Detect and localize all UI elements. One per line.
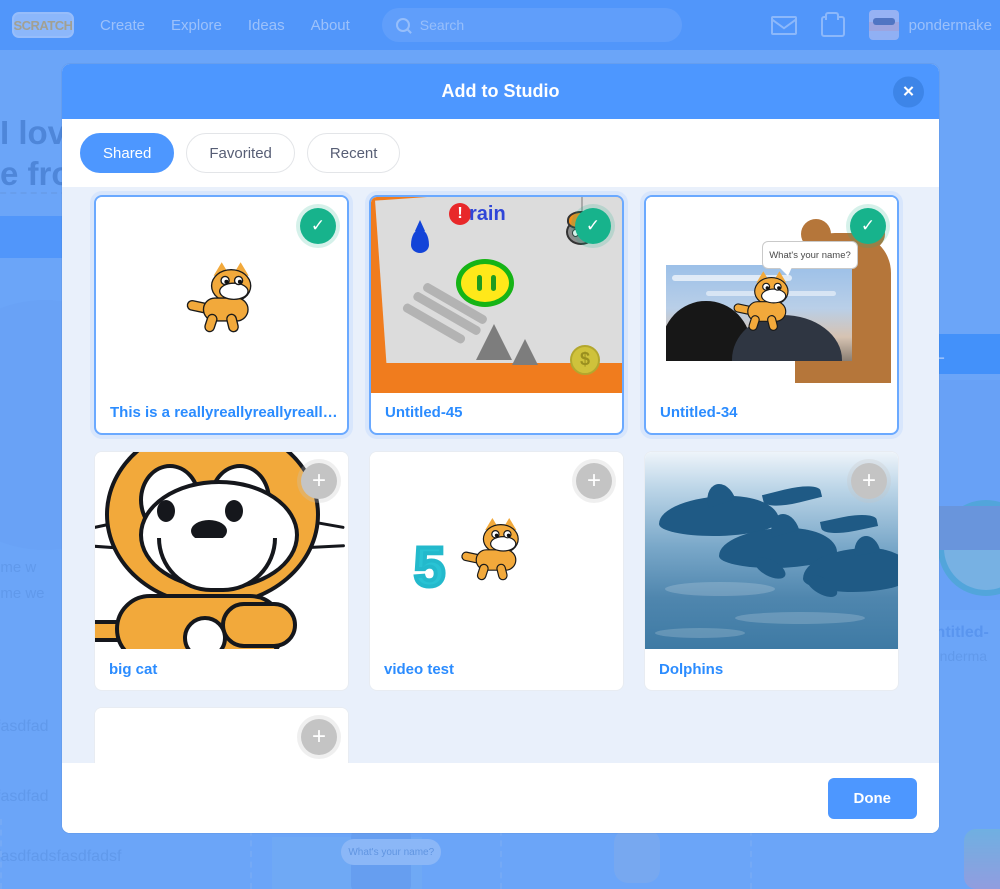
- project-thumbnail: What's your name? ✓: [646, 197, 897, 393]
- modal-header: Add to Studio ✕: [62, 64, 939, 119]
- speech-bubble: What's your name?: [762, 241, 858, 276]
- project-grid-scroll[interactable]: ✓ This is a reallyreallyreallyreall… ! r…: [62, 187, 939, 763]
- rain-label: rain: [469, 203, 506, 225]
- project-title[interactable]: Untitled-45: [371, 393, 622, 433]
- coin-icon: $: [570, 344, 600, 375]
- project-title[interactable]: Dolphins: [645, 649, 898, 690]
- project-card-0[interactable]: ✓ This is a reallyreallyreallyreall…: [94, 195, 349, 435]
- modal-tab-bar: Shared Favorited Recent: [62, 119, 939, 187]
- check-icon[interactable]: ✓: [850, 208, 886, 244]
- check-icon[interactable]: ✓: [300, 208, 336, 244]
- project-thumbnail: +: [645, 452, 898, 650]
- tab-recent[interactable]: Recent: [306, 133, 401, 173]
- project-title[interactable]: This is a reallyreallyreallyreall…: [96, 393, 347, 433]
- project-card-6[interactable]: +: [94, 707, 349, 763]
- project-title[interactable]: Untitled-34: [646, 393, 897, 433]
- project-title[interactable]: video test: [370, 649, 623, 690]
- close-icon[interactable]: ✕: [893, 76, 924, 107]
- tab-favorited[interactable]: Favorited: [186, 133, 295, 173]
- project-thumbnail: +: [95, 452, 348, 650]
- project-card-3[interactable]: + big cat: [94, 451, 349, 691]
- project-thumbnail: ! rain $ ✓: [371, 197, 622, 393]
- modal-footer: Done: [62, 763, 939, 833]
- plus-icon[interactable]: +: [851, 463, 887, 499]
- plus-icon[interactable]: +: [576, 463, 612, 499]
- smiley-sprite: [456, 259, 514, 307]
- project-card-2[interactable]: What's your name? ✓ Untitled-34: [644, 195, 899, 435]
- exclamation-icon: !: [449, 203, 471, 225]
- project-title[interactable]: big cat: [95, 649, 348, 690]
- project-card-5[interactable]: + Dolphins: [644, 451, 899, 691]
- add-to-studio-modal: Add to Studio ✕ Shared Favorited Recent: [62, 64, 939, 833]
- modal-title: Add to Studio: [441, 81, 560, 101]
- done-button[interactable]: Done: [827, 777, 917, 819]
- number-five-sprite: 5: [412, 533, 447, 600]
- plus-icon[interactable]: +: [301, 463, 337, 499]
- project-thumbnail: +: [95, 708, 348, 763]
- project-thumbnail: 5 +: [370, 452, 623, 650]
- tab-shared[interactable]: Shared: [80, 133, 175, 173]
- project-thumbnail: ✓: [96, 197, 347, 393]
- check-icon[interactable]: ✓: [575, 208, 611, 244]
- mountains: [476, 323, 538, 365]
- project-card-4[interactable]: 5 + video test: [369, 451, 624, 691]
- project-grid: ✓ This is a reallyreallyreallyreall… ! r…: [62, 193, 939, 763]
- plus-icon[interactable]: +: [301, 719, 337, 755]
- project-card-1[interactable]: ! rain $ ✓ Untitled-45: [369, 195, 624, 435]
- water-drop-icon: [411, 220, 429, 253]
